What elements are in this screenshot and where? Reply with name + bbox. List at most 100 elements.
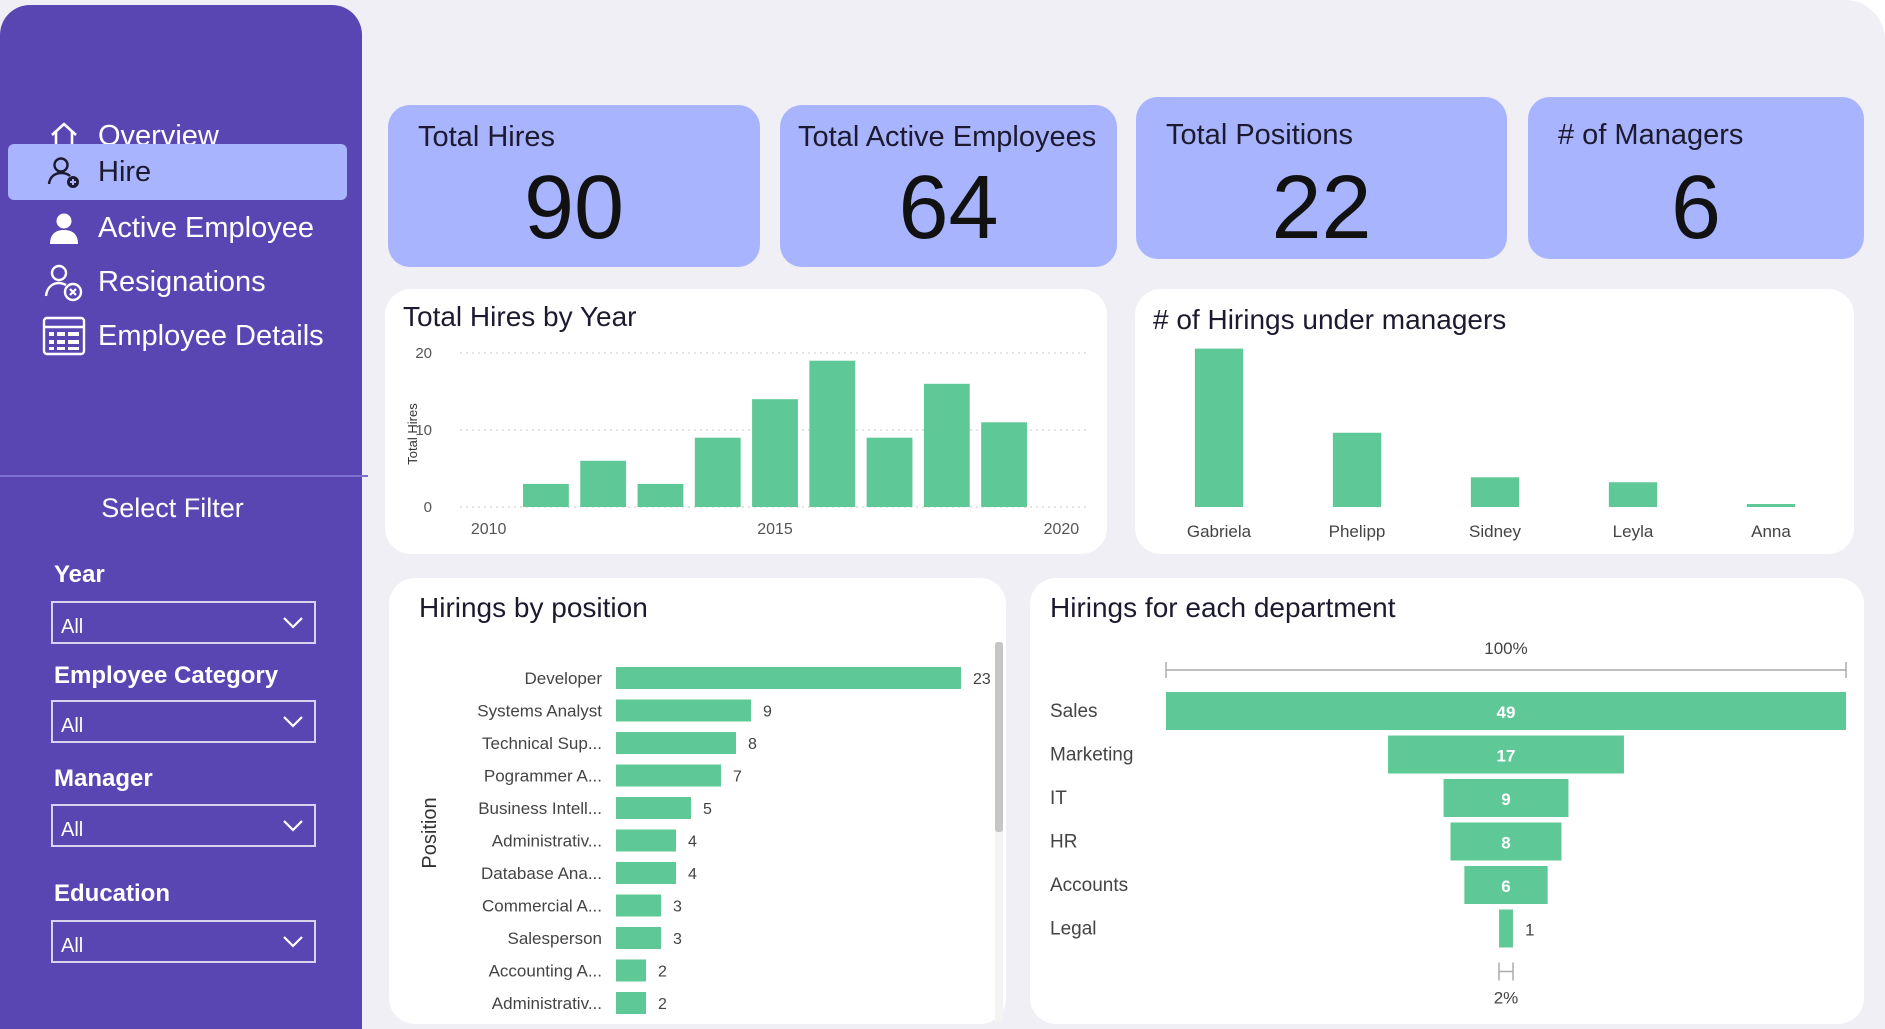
year-filter-label: Year	[54, 561, 105, 588]
category-label: Accounts	[1050, 875, 1128, 896]
bar	[616, 732, 736, 754]
kpi-title: Total Active Employees	[798, 121, 1097, 153]
bar	[866, 437, 913, 507]
hirings-by-position-chart: Developer 23Systems Analyst 9Technical Sup…	[419, 667, 991, 1014]
data-label: 4	[688, 866, 697, 883]
bar	[923, 383, 970, 507]
category-label: Developer	[525, 669, 603, 688]
chevron-down-icon	[283, 819, 303, 832]
data-label: 1	[1525, 921, 1534, 940]
kpi-title: Total Hires	[418, 121, 555, 153]
data-label: 6	[1501, 877, 1510, 896]
bar	[694, 437, 741, 507]
bar	[752, 399, 798, 507]
chevron-down-icon	[283, 616, 303, 629]
kpi-value: 6	[1670, 158, 1722, 258]
bar	[580, 460, 627, 507]
nav-item-resignations[interactable]: Resignations	[8, 254, 347, 310]
category-filter-label: Employee Category	[54, 662, 279, 689]
hirings-by-manager-chart: Gabriela Phelipp Sidney Leyla Anna	[1187, 348, 1796, 541]
kpi-title: # of Managers	[1558, 119, 1744, 151]
y-tick-label: 20	[415, 345, 432, 362]
bar	[523, 483, 569, 507]
category-filter-value: All	[61, 715, 84, 737]
bar	[1746, 504, 1796, 507]
bar	[616, 959, 646, 982]
x-tick-label: Phelipp	[1329, 522, 1386, 541]
user-remove-icon	[38, 254, 90, 310]
hirings-by-department-panel: Hirings for each department 100% Sales 49 M…	[1030, 578, 1864, 1024]
bar	[981, 422, 1027, 507]
bar	[1470, 477, 1520, 507]
y-axis-label: Position	[419, 797, 441, 868]
chevron-down-icon	[283, 935, 303, 948]
category-label: Accounting A...	[489, 962, 602, 981]
chevron-down-icon	[283, 715, 303, 728]
data-label: 9	[763, 704, 772, 721]
bar	[616, 764, 721, 787]
nav-item-label: Employee Details	[98, 319, 324, 352]
category-label: Business Intell...	[478, 799, 602, 818]
category-label: Commercial A...	[482, 897, 602, 916]
manager-filter-select[interactable]: All	[51, 804, 316, 847]
bar	[616, 829, 676, 852]
bar	[616, 699, 751, 722]
scrollbar-track[interactable]	[995, 642, 1003, 1022]
kpi-managers: # of Managers 6	[1528, 97, 1864, 259]
category-label: Administrativ...	[492, 832, 602, 851]
bar	[616, 797, 691, 819]
hirings-by-position-panel: Hirings by position Developer 23 Systems A…	[389, 578, 1006, 1024]
user-icon	[38, 200, 90, 256]
hires-by-year-chart: 010202010 2015 2020Total Hires	[405, 345, 1090, 538]
data-label: 3	[673, 899, 682, 916]
x-tick-label: 2020	[1044, 521, 1080, 538]
category-label: Technical Sup...	[482, 734, 602, 753]
kpi-active-employees: Total Active Employees 64	[780, 105, 1117, 267]
data-label: 2	[658, 996, 667, 1013]
hirings-by-department-chart: 100% Sales 49 Marketing 17 IT 9 HR 8 Accounts 6 Leg…	[1050, 639, 1847, 1008]
bar	[616, 992, 646, 1014]
bar	[1608, 482, 1658, 507]
data-label: 17	[1497, 747, 1516, 766]
category-label: Legal	[1050, 919, 1097, 940]
data-label: 5	[703, 801, 712, 818]
bar	[1332, 432, 1382, 507]
nav-item-label: Active Employee	[98, 211, 314, 244]
data-label: 8	[1501, 834, 1510, 853]
nav-item-label: Hire	[98, 155, 152, 188]
category-filter-select[interactable]: All	[51, 700, 316, 743]
kpi-title: Total Positions	[1166, 119, 1353, 151]
data-label: 9	[1501, 790, 1510, 809]
category-label: Sales	[1050, 701, 1098, 722]
data-label: 8	[748, 736, 757, 753]
nav-item-active-employee[interactable]: Active Employee	[8, 200, 347, 256]
nav-item-employee-details[interactable]: Employee Details	[8, 308, 347, 364]
bar	[809, 360, 856, 507]
y-tick-label: 0	[424, 499, 432, 516]
scrollbar-thumb[interactable]	[995, 642, 1003, 832]
year-filter-value: All	[61, 616, 84, 638]
kpi-value: 64	[898, 158, 999, 258]
data-label: 7	[733, 769, 742, 786]
top-percent-label: 100%	[1484, 639, 1527, 658]
data-label: 4	[688, 834, 697, 851]
funnel-bar	[1499, 909, 1513, 948]
category-label: HR	[1050, 832, 1077, 853]
year-filter-select[interactable]: All	[51, 601, 316, 644]
bar	[616, 894, 661, 917]
bar	[637, 483, 684, 507]
kpi-value: 22	[1271, 158, 1372, 258]
nav-item-label: Resignations	[98, 265, 266, 298]
sidebar-divider	[0, 475, 368, 477]
bar	[616, 862, 676, 884]
category-label: Marketing	[1050, 745, 1133, 766]
data-label: 23	[973, 671, 991, 688]
kpi-total-hires: Total Hires 90	[388, 105, 760, 267]
x-tick-label: 2010	[471, 521, 507, 538]
nav-item-hire[interactable]: Hire	[8, 144, 347, 200]
x-tick-label: Leyla	[1613, 522, 1654, 541]
category-label: IT	[1050, 788, 1067, 809]
education-filter-label: Education	[54, 880, 171, 907]
manager-filter-label: Manager	[54, 765, 153, 792]
education-filter-select[interactable]: All	[51, 920, 316, 963]
